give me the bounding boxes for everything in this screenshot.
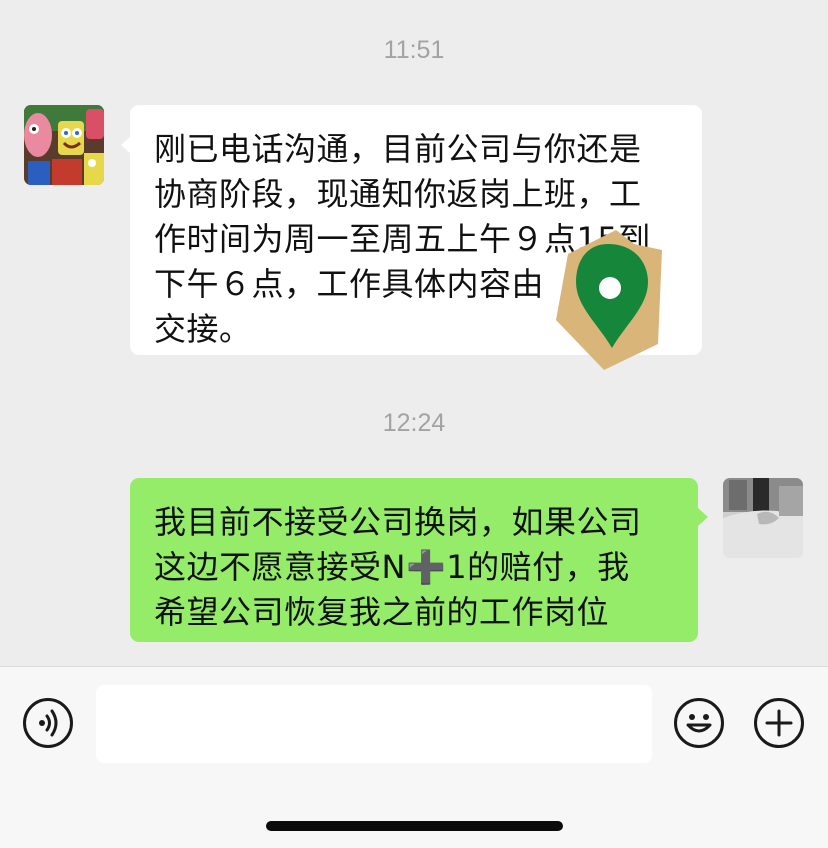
message-timestamp: 12:24 <box>382 409 446 437</box>
home-indicator[interactable] <box>266 821 563 831</box>
message-timestamp: 11:51 <box>383 36 445 64</box>
voice-input-button[interactable] <box>23 698 73 748</box>
outgoing-bubble-tail <box>698 508 708 526</box>
chat-area[interactable]: 11:51 刚已电话沟通，目前公司与你还是 协商阶段，现通知你返岗上班，工 作时… <box>0 0 828 666</box>
message-input[interactable] <box>96 685 652 763</box>
contact-avatar-image <box>24 105 104 185</box>
emoji-icon <box>686 714 712 733</box>
more-functions-button[interactable] <box>754 698 804 748</box>
plus-icon <box>765 709 793 737</box>
emoji-button[interactable] <box>674 698 724 748</box>
voice-input-icon <box>39 709 58 737</box>
outgoing-message-bubble[interactable]: 我目前不接受公司换岗，如果公司 这边不愿意接受N➕1的赔付，我 希望公司恢复我之… <box>130 478 698 642</box>
my-avatar-image <box>723 478 803 558</box>
message-line: 我目前不接受公司换岗，如果公司 <box>154 503 642 541</box>
location-pin-icon <box>556 230 662 370</box>
message-line: 协商阶段，现通知你返岗上班，工 <box>154 175 642 213</box>
message-line: 刚已电话沟通，目前公司与你还是 <box>154 130 642 168</box>
message-line: 这边不愿意接受N➕1的赔付，我 <box>154 548 630 586</box>
message-line: 希望公司恢复我之前的工作岗位 <box>154 593 610 631</box>
message-input-bar <box>0 666 828 848</box>
my-avatar[interactable] <box>723 478 803 558</box>
contact-avatar[interactable] <box>24 105 104 185</box>
